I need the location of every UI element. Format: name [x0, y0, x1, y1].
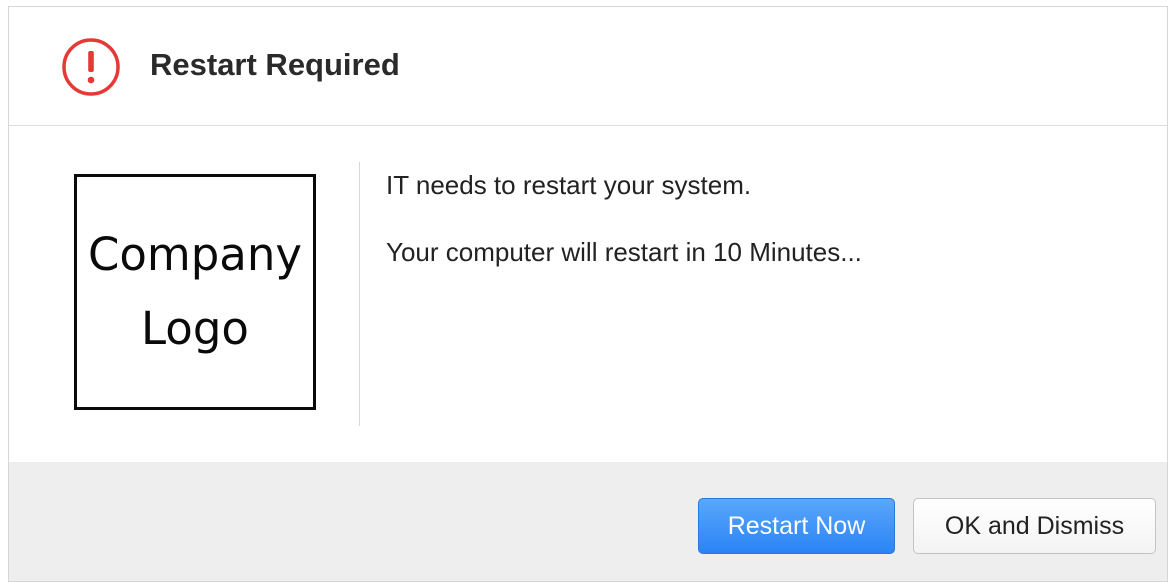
dialog-footer: Restart Now OK and Dismiss [9, 462, 1167, 581]
logo-text-line-2: Logo [141, 302, 249, 355]
logo-text-line-1: Company [87, 228, 303, 281]
restart-now-button[interactable]: Restart Now [698, 498, 895, 554]
ok-and-dismiss-button[interactable]: OK and Dismiss [913, 498, 1156, 554]
dialog-header: Restart Required [9, 7, 1167, 126]
message-line-1: IT needs to restart your system. [386, 170, 752, 200]
restart-dialog: Restart Required Company Logo IT needs t… [8, 6, 1168, 582]
company-logo: Company Logo [74, 174, 316, 410]
dialog-title: Restart Required [150, 47, 400, 82]
vertical-divider [359, 162, 360, 426]
exclamation-circle-icon [62, 38, 120, 96]
dialog-body: Company Logo IT needs to restart your sy… [9, 126, 1167, 462]
message-line-2: Your computer will restart in 10 Minutes… [386, 237, 862, 267]
